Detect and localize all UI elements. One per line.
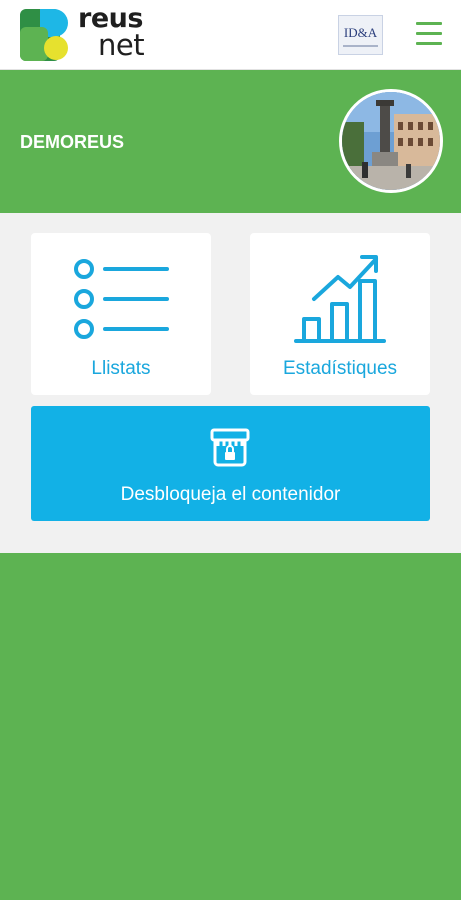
stats-card-label: Estadístiques xyxy=(282,358,398,379)
avatar-photo xyxy=(342,92,440,190)
avatar[interactable] xyxy=(339,89,443,193)
bar-chart-trend-icon xyxy=(294,255,386,343)
top-bar: reus net ID&A xyxy=(0,0,461,70)
container-lock-icon xyxy=(210,428,250,467)
profile-header: DEMOREUS xyxy=(0,70,461,213)
list-card-button[interactable]: Llistats xyxy=(31,233,211,395)
reusnet-logo[interactable]: reus net xyxy=(20,5,180,62)
list-icon xyxy=(74,259,169,339)
hamburger-icon-bar-bottom xyxy=(416,42,442,45)
unlock-container-label: Desbloqueja el contenidor xyxy=(120,484,341,505)
stats-card-button[interactable]: Estadístiques xyxy=(250,233,430,395)
main-panel: Llistats Estadístiques Desbloqueja el co… xyxy=(0,213,461,553)
hamburger-icon-bar-top xyxy=(416,22,442,25)
logo-wordmark: reus net xyxy=(78,5,145,62)
unlock-container-button[interactable]: Desbloqueja el contenidor xyxy=(31,406,430,521)
username-label: DEMOREUS xyxy=(20,132,125,152)
partner-logo-text: ID&A xyxy=(343,25,378,40)
hamburger-icon-bar-middle xyxy=(416,32,442,35)
partner-logo: ID&A xyxy=(338,15,383,55)
reusnet-logo-mark xyxy=(20,9,68,61)
logo-line-2: net xyxy=(98,28,145,62)
partner-logo-underline xyxy=(343,45,378,47)
list-card-label: Llistats xyxy=(91,358,151,379)
hamburger-menu-button[interactable] xyxy=(416,22,442,46)
